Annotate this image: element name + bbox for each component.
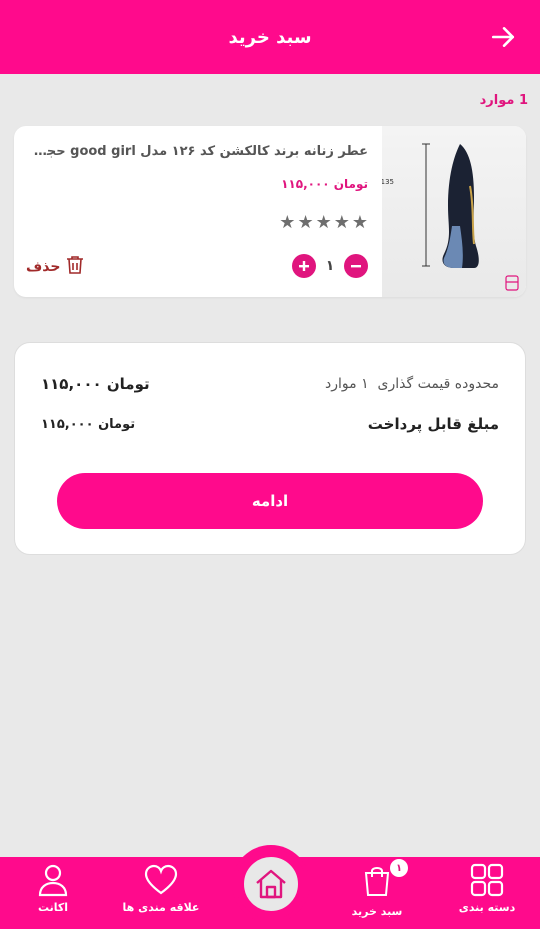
price-range-value: تومان ۱۱۵,۰۰۰	[41, 375, 150, 393]
quantity-stepper: ۱	[292, 254, 368, 278]
back-arrow-icon[interactable]	[488, 22, 518, 52]
product-dimension-label: 135 mm	[382, 178, 394, 186]
heart-icon	[144, 864, 178, 895]
price-range-label: محدوده قیمت گذاری ۱ موارد	[324, 376, 499, 392]
star-icon: ★	[333, 212, 350, 233]
nav-home[interactable]	[236, 849, 306, 919]
delete-label: حذف	[26, 259, 61, 275]
product-image[interactable]: 135 mm	[365, 126, 526, 297]
home-icon	[256, 869, 286, 899]
product-name[interactable]: عطر زنانه برند کالکشن کد ۱۲۶ مدل good gi…	[28, 144, 368, 159]
star-icon: ★	[279, 212, 296, 233]
nav-label: اکانت	[37, 901, 69, 914]
payable-row: مبلغ قابل پرداخت تومان ۱۱۵,۰۰۰	[41, 415, 499, 433]
decrease-quantity-button[interactable]	[344, 254, 368, 278]
quantity-value: ۱	[325, 258, 335, 274]
nav-label: دسته بندی	[458, 901, 516, 914]
bottom-navigation: دسته بندی ۱ سبد خرید علاقه مندی ها اکانت	[0, 845, 540, 929]
nav-account[interactable]: اکانت	[8, 863, 98, 914]
order-summary-card: محدوده قیمت گذاری ۱ موارد تومان ۱۱۵,۰۰۰ …	[14, 342, 526, 555]
star-icon: ★	[297, 212, 314, 233]
star-icon: ★	[315, 212, 332, 233]
rating-stars: ★ ★ ★ ★ ★	[279, 212, 368, 233]
cart-items-count: 1 موارد	[479, 93, 528, 108]
continue-button[interactable]: ادامه	[57, 473, 483, 529]
price-range-row: محدوده قیمت گذاری ۱ موارد تومان ۱۱۵,۰۰۰	[41, 375, 499, 393]
shopping-bag-icon	[364, 867, 390, 896]
user-icon	[38, 864, 68, 897]
star-icon: ★	[351, 212, 368, 233]
delete-item-button[interactable]: حذف	[26, 255, 84, 279]
increase-quantity-button[interactable]	[292, 254, 316, 278]
cart-badge: ۱	[390, 859, 408, 877]
nav-label: علاقه مندی ها	[122, 901, 200, 914]
app-header: سبد خرید	[0, 0, 540, 74]
grid-icon	[470, 863, 504, 897]
nav-label: سبد خرید	[351, 905, 403, 918]
nav-cart[interactable]: ۱ سبد خرید	[332, 859, 422, 918]
page-title: سبد خرید	[228, 26, 312, 48]
payable-value: تومان ۱۱۵,۰۰۰	[41, 416, 136, 432]
cart-item-card: 135 mm عطر زنانه برند کالکشن کد ۱۲۶ مدل …	[14, 126, 526, 297]
nav-categories[interactable]: دسته بندی	[442, 863, 532, 914]
payable-label: مبلغ قابل پرداخت	[367, 415, 499, 433]
nav-favorites[interactable]: علاقه مندی ها	[116, 863, 206, 914]
product-price: تومان ۱۱۵,۰۰۰	[281, 177, 368, 191]
trash-icon	[66, 255, 84, 279]
